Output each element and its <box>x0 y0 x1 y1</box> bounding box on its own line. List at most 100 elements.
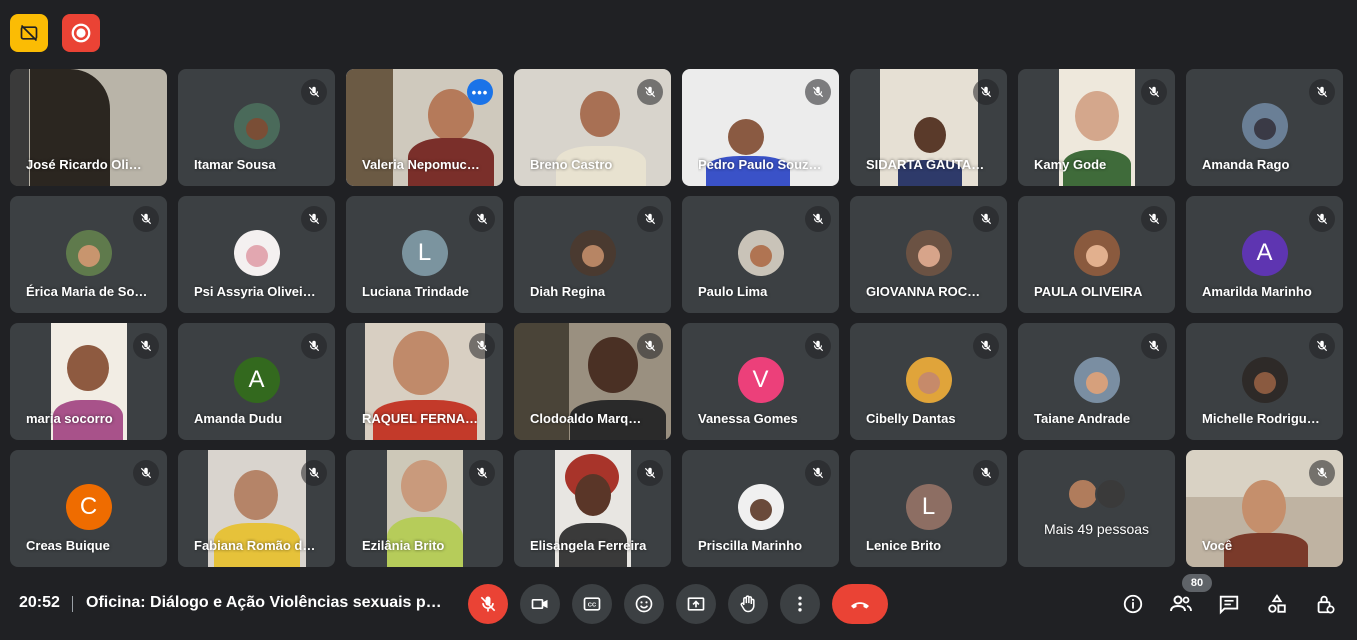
more-options-icon <box>798 596 802 612</box>
host-controls-button[interactable] <box>1311 590 1339 618</box>
people-button[interactable] <box>1167 590 1195 618</box>
participant-avatar <box>1073 230 1120 276</box>
participant-name: José Ricardo Oli… <box>26 157 142 172</box>
info-icon <box>1123 594 1143 614</box>
participant-tile[interactable]: Diah Regina <box>514 196 671 313</box>
muted-mic-icon <box>1309 79 1335 105</box>
divider <box>72 596 73 612</box>
participant-tile[interactable]: C Creas Buique <box>10 450 167 567</box>
participant-tile[interactable]: Taiane Andrade <box>1018 323 1175 440</box>
participant-tile[interactable]: L Lenice Brito <box>850 450 1007 567</box>
participant-avatar <box>737 484 784 530</box>
recording-icon <box>71 23 91 43</box>
participant-tile[interactable]: RAQUEL FERNA… <box>346 323 503 440</box>
present-screen-button[interactable] <box>676 584 716 624</box>
muted-mic-icon <box>133 206 159 232</box>
participant-name: Amanda Rago <box>1202 157 1290 172</box>
participant-name: Psi Assyria Olivei… <box>194 284 316 299</box>
more-options-icon[interactable]: ••• <box>467 79 493 105</box>
chat-icon <box>1219 595 1239 615</box>
muted-mic-icon <box>133 460 159 486</box>
more-options-button[interactable] <box>780 584 820 624</box>
toggle-mic-button[interactable] <box>468 584 508 624</box>
activities-button[interactable] <box>1263 590 1291 618</box>
muted-mic-icon <box>637 460 663 486</box>
participant-tile[interactable]: Ezilânia Brito <box>346 450 503 567</box>
captions-button[interactable]: CC <box>572 584 612 624</box>
participant-tile[interactable]: Pedro Paulo Souz… <box>682 69 839 186</box>
participant-tile[interactable]: Priscilla Marinho <box>682 450 839 567</box>
participant-avatar <box>569 230 616 276</box>
bottom-toolbar: 20:52 Oficina: Diálogo e Ação Violências… <box>0 568 1357 640</box>
more-participants-tile[interactable]: Mais 49 pessoas <box>1018 450 1175 567</box>
stacked-avatars <box>1066 478 1129 510</box>
participant-tile[interactable]: Paulo Lima <box>682 196 839 313</box>
participant-tile[interactable]: Fabiana Romão d… <box>178 450 335 567</box>
emoji-icon <box>635 595 653 613</box>
participant-name: Luciana Trindade <box>362 284 469 299</box>
muted-mic-icon <box>637 206 663 232</box>
participant-tile[interactable]: Itamar Sousa <box>178 69 335 186</box>
chat-button[interactable] <box>1215 590 1243 618</box>
participant-tile[interactable]: L Luciana Trindade <box>346 196 503 313</box>
toggle-camera-button[interactable] <box>520 584 560 624</box>
muted-mic-icon <box>973 460 999 486</box>
participant-tile[interactable]: Érica Maria de So… <box>10 196 167 313</box>
participant-avatar <box>905 357 952 403</box>
muted-mic-icon <box>1309 206 1335 232</box>
participant-tile[interactable]: Breno Castro <box>514 69 671 186</box>
muted-mic-icon <box>805 79 831 105</box>
participant-avatar <box>65 230 112 276</box>
participant-tile[interactable]: GIOVANNA ROC… <box>850 196 1007 313</box>
participant-name: Cibelly Dantas <box>866 411 956 426</box>
meeting-clock: 20:52 <box>19 594 60 611</box>
participant-tile[interactable]: Michelle Rodrigu… <box>1186 323 1343 440</box>
hang-up-icon <box>851 602 869 609</box>
leave-call-button[interactable] <box>832 584 888 624</box>
captions-off-badge[interactable] <box>10 14 48 52</box>
participant-tile[interactable]: Cibelly Dantas <box>850 323 1007 440</box>
participant-tile-active-speaker[interactable]: ••• Valeria Nepomuc… <box>346 69 503 186</box>
participant-tile[interactable]: PAULA OLIVEIRA <box>1018 196 1175 313</box>
participant-letter-avatar: A <box>1241 230 1288 276</box>
participant-name: GIOVANNA ROC… <box>866 284 981 299</box>
participant-name: Amarilda Marinho <box>1202 284 1312 299</box>
participant-name: maria socorro <box>26 411 113 426</box>
raise-hand-button[interactable] <box>728 584 768 624</box>
participant-avatar <box>1241 357 1288 403</box>
participant-tile[interactable]: A Amanda Dudu <box>178 323 335 440</box>
meeting-details-button[interactable] <box>1119 590 1147 618</box>
participant-tile[interactable]: Kamy Gode <box>1018 69 1175 186</box>
participant-tile[interactable]: A Amarilda Marinho <box>1186 196 1343 313</box>
participant-name: Breno Castro <box>530 157 613 172</box>
participant-name: Pedro Paulo Souz… <box>698 157 822 172</box>
recording-badge[interactable] <box>62 14 100 52</box>
participant-name: Você <box>1202 538 1233 553</box>
reactions-button[interactable] <box>624 584 664 624</box>
muted-mic-icon <box>973 333 999 359</box>
participant-avatar <box>1073 357 1120 403</box>
muted-mic-icon <box>469 206 495 232</box>
mic-off-icon <box>480 596 496 612</box>
participant-tile[interactable]: José Ricardo Oli… <box>10 69 167 186</box>
participant-tile[interactable]: Clodoaldo Marq… <box>514 323 671 440</box>
muted-mic-icon <box>637 333 663 359</box>
participant-tile[interactable]: Amanda Rago <box>1186 69 1343 186</box>
participant-tile[interactable]: V Vanessa Gomes <box>682 323 839 440</box>
participant-tile[interactable]: maria socorro <box>10 323 167 440</box>
self-view-tile[interactable]: Você <box>1186 450 1343 567</box>
participant-avatar <box>233 103 280 149</box>
camera-icon <box>531 599 548 609</box>
present-icon <box>687 597 705 611</box>
participant-letter-avatar: L <box>905 484 952 530</box>
participant-name: Valeria Nepomuc… <box>362 157 480 172</box>
activities-icon <box>1268 594 1286 613</box>
participant-tile[interactable]: Elisangela Ferreira <box>514 450 671 567</box>
participant-name: Érica Maria de So… <box>26 284 148 299</box>
participant-tile[interactable]: Psi Assyria Olivei… <box>178 196 335 313</box>
muted-mic-icon <box>973 79 999 105</box>
participant-name: Priscilla Marinho <box>698 538 803 553</box>
participant-tile[interactable]: SIDARTA GAUTA… <box>850 69 1007 186</box>
muted-mic-icon <box>469 333 495 359</box>
svg-text:CC: CC <box>588 603 597 609</box>
